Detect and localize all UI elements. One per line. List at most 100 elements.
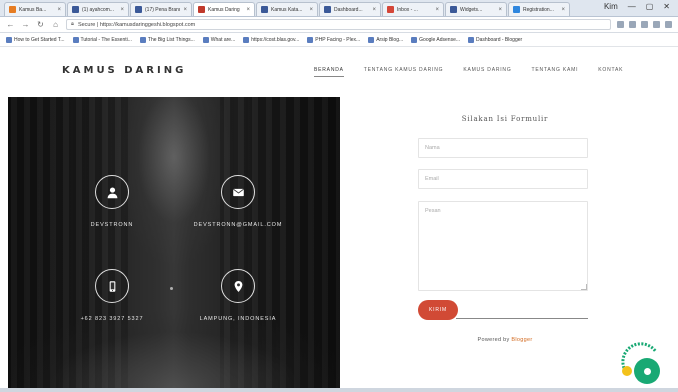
menu-icon[interactable] [665,21,672,28]
tab-favicon-icon [9,6,16,13]
phone-icon [95,269,129,303]
browser-tab[interactable]: Dashboard... × [319,2,381,16]
tab-close-icon[interactable]: × [498,7,502,13]
tab-close-icon[interactable]: × [309,7,313,13]
email-input[interactable] [418,169,588,189]
browser-tab[interactable]: Inbox - ... × [382,2,444,16]
bookmark-label: https://cost.blas.gov... [251,37,300,43]
bookmark-favicon-icon [6,37,12,43]
tab-favicon-icon [198,6,205,13]
browser-tab[interactable]: (17) Pena Brand...× [130,2,192,16]
browser-tab[interactable]: Registration... × [508,2,570,16]
extension-icon[interactable] [629,21,636,28]
contact-name-text: DEVSTRONN [90,222,134,228]
window-bottom-edge [0,388,678,392]
bookmark-item[interactable]: https://cost.blas.gov... [243,37,299,43]
tab-close-icon[interactable]: × [57,7,61,13]
bookmark-label: Dashboard - Blogger [476,37,523,43]
tab-title: Dashboard... [334,6,363,13]
bookmark-label: Google Adsense... [419,37,461,43]
tab-title: Widgets... [460,6,483,13]
tab-favicon-icon [261,6,268,13]
tab-close-icon[interactable]: × [372,7,376,13]
tab-favicon-icon [387,6,394,13]
forward-icon[interactable]: → [21,20,30,29]
envelope-icon [221,175,255,209]
map-marker-icon [221,269,255,303]
send-button[interactable]: KIRIM [418,300,458,320]
browser-tab[interactable]: Widgets... × [445,2,507,16]
tab-close-icon[interactable]: × [246,7,250,13]
bookmark-star-icon[interactable] [617,21,624,28]
back-icon[interactable]: ← [6,20,15,29]
window-controls: Kim — ▢ ✕ [596,2,678,14]
tab-title: Kamus Daring [208,6,240,13]
bookmark-item[interactable]: Tutorial - The Essenti... [72,37,132,43]
contact-email-text[interactable]: DEVSTRONN@GMAIL.COM [194,222,283,228]
tab-favicon-icon [324,6,331,13]
bookmark-item[interactable]: PHP Facing - Plex... [307,37,360,43]
tab-close-icon[interactable]: × [561,7,565,13]
user-icon [95,175,129,209]
site-logo[interactable]: KAMUS DARING [62,65,186,76]
reload-icon[interactable]: ↻ [36,20,45,29]
window-user[interactable]: Kim [604,2,618,11]
tab-favicon-icon [450,6,457,13]
url-bar[interactable]: 🔒︎ Secure | https://kamusdaringgeshi.blo… [66,19,611,30]
bookmark-item[interactable]: The Big List Things... [139,37,195,43]
nav-link[interactable]: BERANDA [314,67,344,77]
bookmark-item[interactable]: Dashboard - Blogger [468,37,522,43]
bookmark-favicon-icon [202,37,209,43]
bookmark-item[interactable]: What are... [202,37,236,43]
contact-hero: DEVSTRONN DEVSTRONN@GMAIL.COM +62 823 39… [8,97,340,388]
tab-title: (17) Pena Brand... [145,6,180,13]
bookmark-item[interactable]: How to Get Started T... [6,37,65,43]
extension-icons [617,21,672,28]
browser-tab[interactable]: (1) ayahcom... × [67,2,129,16]
powered-by: Powered by Blogger [420,337,590,343]
tab-close-icon[interactable]: × [120,7,124,13]
bookmark-favicon-icon [307,37,314,43]
browser-tab[interactable]: Kamus Daring × [193,2,255,16]
tab-title: Kamus Kata... [271,6,303,13]
message-textarea[interactable] [418,201,588,291]
extension-icon[interactable] [641,21,648,28]
bookmark-item[interactable]: Arsip Blog... [368,37,403,43]
nav-link[interactable]: KONTAK [598,67,623,77]
bookmark-label: PHP Facing - Plex... [315,37,361,43]
bookmark-favicon-icon [411,37,418,43]
badge-ring-icon [634,358,660,384]
lock-icon: 🔒︎ [71,21,74,27]
tab-favicon-icon [72,6,79,13]
contact-location: LAMPUNG, INDONESIA [158,269,318,322]
blogger-link[interactable]: Blogger [511,337,532,343]
tab-close-icon[interactable]: × [183,7,187,13]
nav-link[interactable]: KAMUS DARING [463,67,511,77]
bookmark-favicon-icon [72,37,79,43]
badge-spark-icon [622,366,632,376]
maximize-icon[interactable]: ▢ [646,2,654,11]
tab-close-icon[interactable]: × [435,7,439,13]
tab-title: Inbox - ... [397,6,418,13]
browser-tab[interactable]: Kamus Kata... × [256,2,318,16]
nav-link[interactable]: TENTANG KAMI [532,67,579,77]
close-window-icon[interactable]: ✕ [663,2,670,11]
contact-location-text: LAMPUNG, INDONESIA [199,316,277,322]
address-bar-row: ← → ↻ ⌂ 🔒︎ Secure | https://kamusdaringg… [0,17,678,33]
bookmark-label: The Big List Things... [147,37,195,43]
bookmark-label: What are... [210,37,236,43]
hero-overlay [8,97,340,388]
floating-badge[interactable] [616,338,662,384]
bookmark-item[interactable]: Google Adsense... [411,37,460,43]
home-icon[interactable]: ⌂ [51,20,60,29]
tab-title: Registration... [523,6,554,13]
form-title: Silakan Isi Formulir [461,115,549,123]
tab-title: (1) ayahcom... [82,6,114,13]
browser-tab-strip: Kamus Ba... × (1) ayahcom... × (17) Pena Bra… [0,0,678,17]
name-input[interactable] [418,138,588,158]
browser-tab[interactable]: Kamus Ba... × [4,2,66,16]
resize-handle[interactable] [581,284,587,290]
extension-icon[interactable] [653,21,660,28]
minimize-icon[interactable]: — [628,2,636,11]
nav-link[interactable]: TENTANG KAMUS DARING [364,67,444,77]
